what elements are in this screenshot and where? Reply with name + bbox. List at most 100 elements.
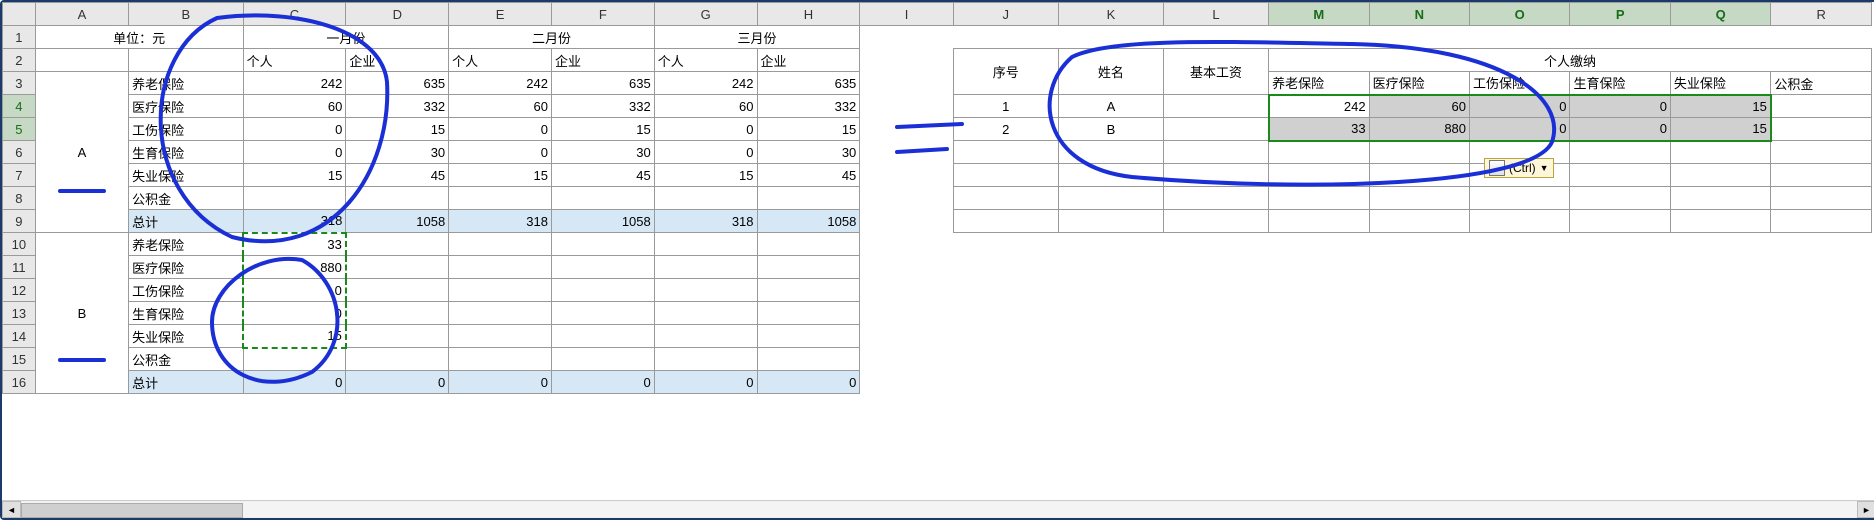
cell[interactable] (1470, 371, 1570, 394)
col-B[interactable]: B (129, 3, 243, 26)
col-J[interactable]: J (953, 3, 1058, 26)
scroll-left-button[interactable]: ◄ (2, 501, 21, 518)
cell[interactable]: 15 (1670, 118, 1770, 141)
cell[interactable] (1269, 279, 1369, 302)
month3[interactable]: 三月份 (654, 26, 860, 49)
cell[interactable]: B (1058, 118, 1163, 141)
cell[interactable]: 0 (654, 118, 757, 141)
cell[interactable] (1269, 26, 1369, 49)
cell[interactable] (449, 348, 552, 371)
cell[interactable] (1369, 302, 1469, 325)
cell[interactable]: 0 (1470, 95, 1570, 118)
cell[interactable] (654, 233, 757, 256)
item[interactable]: 公积金 (129, 187, 243, 210)
row-header[interactable]: 10 (3, 233, 36, 256)
hdr-seq[interactable]: 序号 (953, 49, 1058, 95)
cell[interactable] (346, 187, 449, 210)
row-15[interactable]: 15 公积金 (3, 348, 1872, 371)
cell[interactable] (1163, 187, 1268, 210)
cell[interactable] (860, 348, 953, 371)
cell[interactable] (953, 348, 1058, 371)
cell[interactable] (243, 187, 346, 210)
cell[interactable] (1369, 164, 1469, 187)
cell[interactable]: 1058 (551, 210, 654, 233)
item[interactable]: 总计 (129, 210, 243, 233)
col-K[interactable]: K (1058, 3, 1163, 26)
row-12[interactable]: 12 工伤保险 0 (3, 279, 1872, 302)
cell[interactable] (346, 256, 449, 279)
scroll-right-button[interactable]: ► (1857, 501, 1874, 518)
cell[interactable] (1771, 95, 1872, 118)
row-header[interactable]: 7 (3, 164, 36, 187)
cell[interactable] (860, 49, 953, 72)
spreadsheet-grid[interactable]: A B C D E F G H I J K L M N O P Q R 1 单位… (2, 2, 1872, 394)
cell[interactable] (1570, 233, 1670, 256)
cell[interactable] (551, 233, 654, 256)
cell[interactable] (1771, 371, 1872, 394)
row-5[interactable]: 5 工伤保险 0 15 0 15 0 15 2 B 33 880 0 0 15 (3, 118, 1872, 141)
item[interactable]: 公积金 (129, 348, 243, 371)
cell[interactable] (1570, 187, 1670, 210)
cell[interactable] (757, 348, 860, 371)
cell[interactable]: 0 (1570, 118, 1670, 141)
cell[interactable] (1470, 256, 1570, 279)
group-A[interactable]: A (35, 72, 128, 233)
cell[interactable] (1269, 187, 1369, 210)
cell[interactable] (1163, 371, 1268, 394)
sub-company[interactable]: 企业 (346, 49, 449, 72)
col-E[interactable]: E (449, 3, 552, 26)
cell[interactable] (860, 26, 953, 49)
cell[interactable]: 33 (243, 233, 346, 256)
cell[interactable] (129, 49, 243, 72)
item[interactable]: 养老保险 (129, 72, 243, 95)
cell[interactable] (1670, 325, 1770, 348)
cell[interactable] (860, 95, 953, 118)
cell[interactable] (243, 348, 346, 371)
row-header[interactable]: 16 (3, 371, 36, 394)
row-4[interactable]: 4 医疗保险 60 332 60 332 60 332 1 A 242 60 0… (3, 95, 1872, 118)
cell[interactable] (654, 187, 757, 210)
row-2[interactable]: 2 个人 企业 个人 企业 个人 企业 序号 姓名 基本工资 个人缴纳 (3, 49, 1872, 72)
sub-personal[interactable]: 个人 (654, 49, 757, 72)
cell[interactable]: 15 (654, 164, 757, 187)
cell[interactable] (1269, 302, 1369, 325)
row-13[interactable]: 13 生育保险 0 (3, 302, 1872, 325)
cell[interactable] (953, 279, 1058, 302)
cell[interactable]: 1058 (757, 210, 860, 233)
cell[interactable]: 332 (346, 95, 449, 118)
cell[interactable]: 0 (654, 371, 757, 394)
cell[interactable] (1670, 233, 1770, 256)
cell[interactable] (1670, 26, 1770, 49)
cell[interactable]: 0 (1570, 95, 1670, 118)
cell[interactable] (953, 325, 1058, 348)
sub[interactable]: 生育保险 (1570, 72, 1670, 95)
cell[interactable] (1058, 141, 1163, 164)
cell[interactable] (654, 302, 757, 325)
row-header[interactable]: 1 (3, 26, 36, 49)
cell[interactable] (1269, 371, 1369, 394)
cell[interactable] (953, 141, 1058, 164)
cell[interactable] (1470, 26, 1570, 49)
sub[interactable]: 失业保险 (1670, 72, 1770, 95)
cell[interactable]: 15 (243, 164, 346, 187)
cell[interactable]: 0 (243, 302, 346, 325)
hdr-base[interactable]: 基本工资 (1163, 49, 1268, 95)
cell[interactable]: 15 (757, 118, 860, 141)
group-B[interactable]: B (35, 233, 128, 394)
sub-personal[interactable]: 个人 (449, 49, 552, 72)
row-14[interactable]: 14 失业保险 15 (3, 325, 1872, 348)
cell[interactable]: 15 (449, 164, 552, 187)
cell[interactable] (1163, 141, 1268, 164)
cell[interactable] (953, 256, 1058, 279)
cell[interactable]: 15 (243, 325, 346, 348)
sub-company[interactable]: 企业 (757, 49, 860, 72)
cell[interactable] (1269, 348, 1369, 371)
cell[interactable] (1163, 118, 1268, 141)
row-3[interactable]: 3 A 养老保险 242 635 242 635 242 635 养老保险 医疗… (3, 72, 1872, 95)
cell[interactable] (1163, 256, 1268, 279)
cell[interactable] (346, 302, 449, 325)
cell[interactable]: 0 (243, 118, 346, 141)
item[interactable]: 失业保险 (129, 325, 243, 348)
sub[interactable]: 工伤保险 (1470, 72, 1570, 95)
cell[interactable] (1269, 256, 1369, 279)
